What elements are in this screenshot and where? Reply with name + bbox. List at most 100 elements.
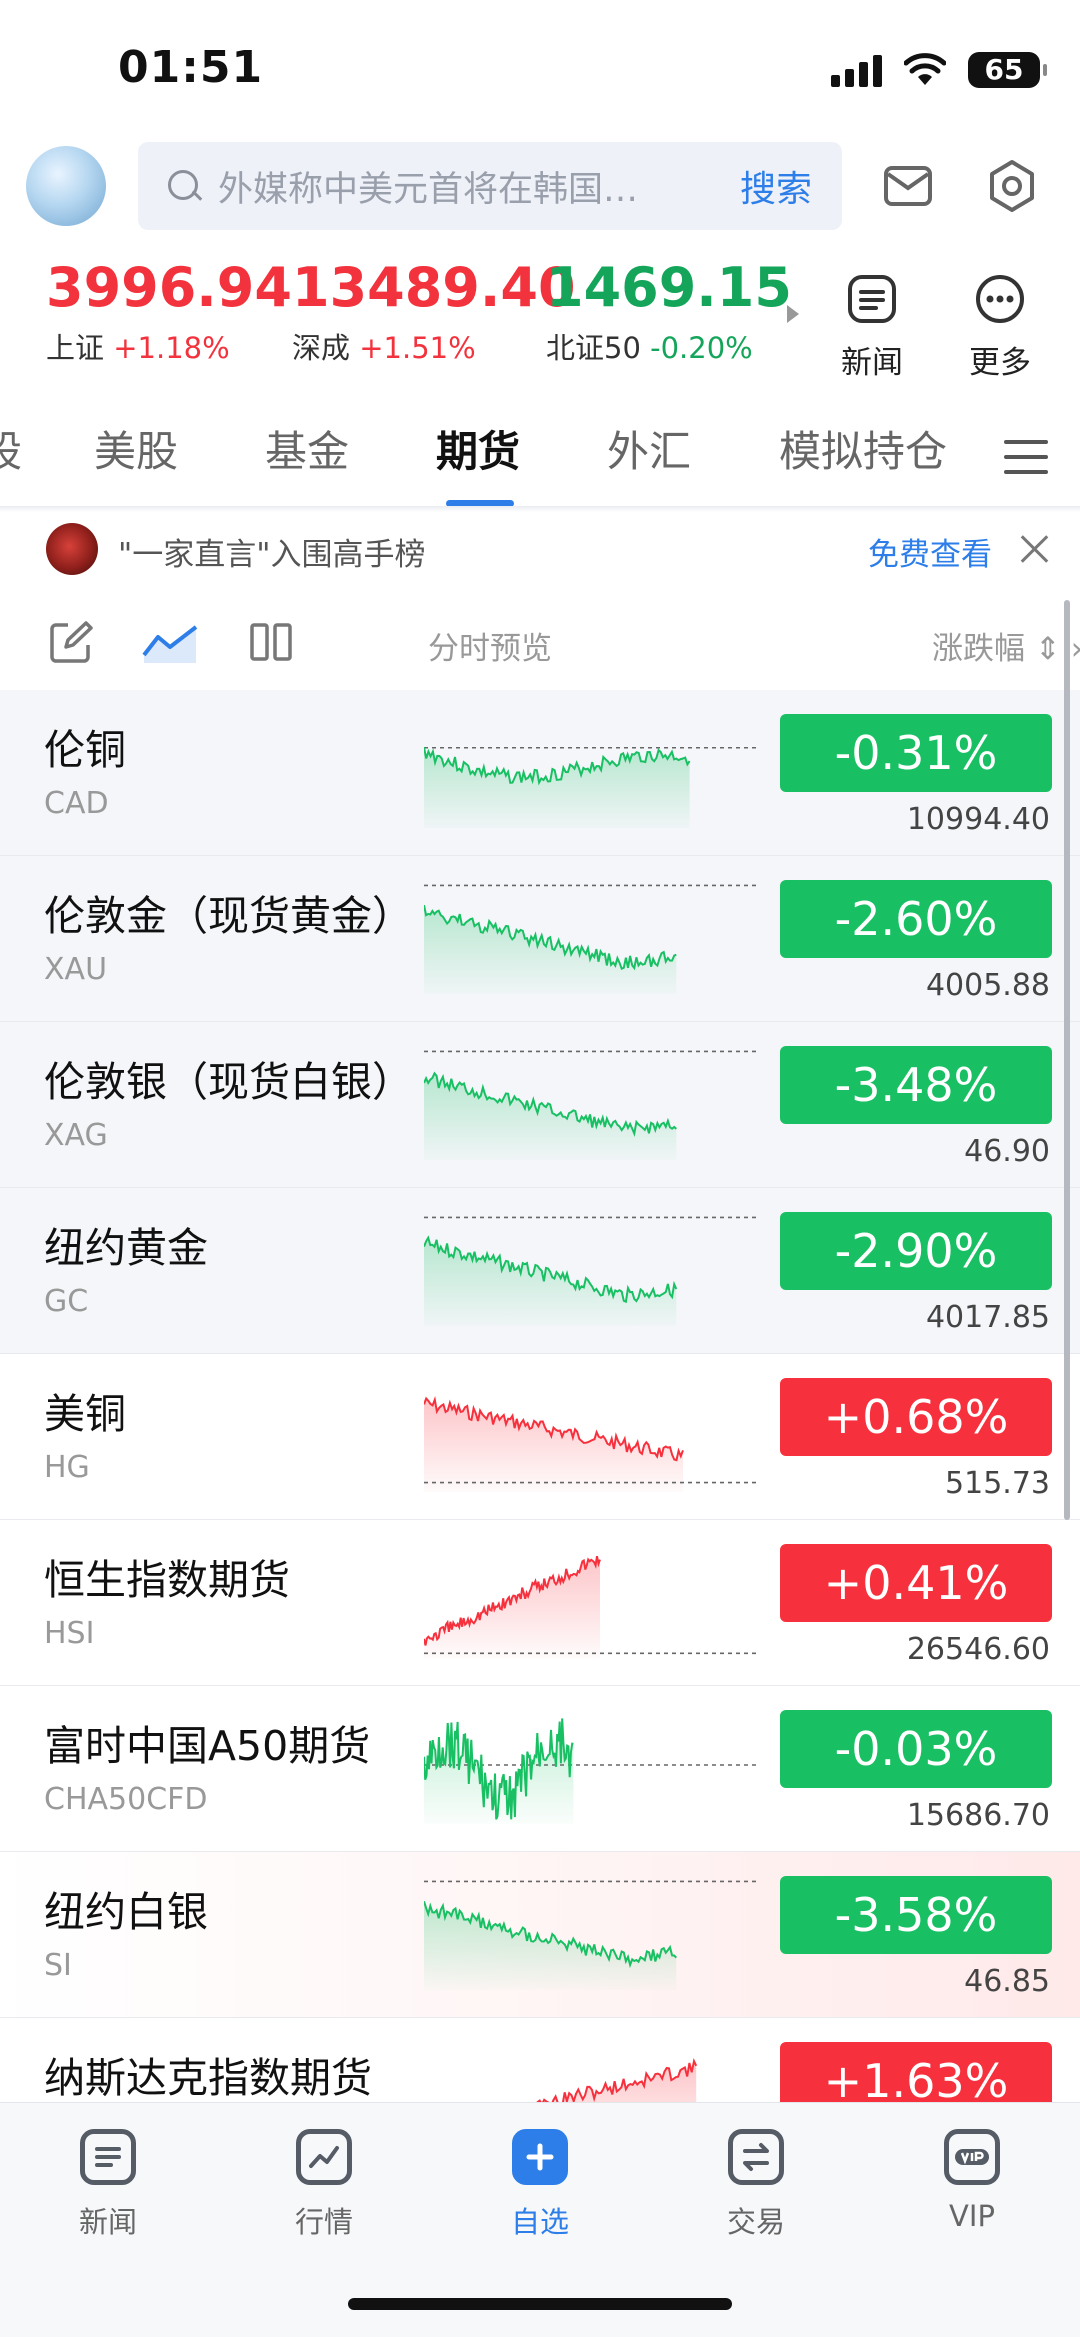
instrument-code: XAU <box>44 952 108 987</box>
sparkline-area <box>424 747 690 828</box>
preview-label: 分时预览 <box>428 631 552 667</box>
nav-market-label: 行情 <box>294 2205 353 2239</box>
instrument-name: 纽约黄金 <box>44 1224 208 1272</box>
intraday-sparkline <box>424 884 756 994</box>
instrument-code: CAD <box>44 786 109 821</box>
search-icon <box>160 142 218 230</box>
tab-us-stocks[interactable]: 美股 <box>94 418 178 479</box>
sparkline-area <box>537 2061 697 2102</box>
sort-by-change[interactable]: 涨跌幅 ⇕ › <box>932 623 1080 668</box>
status-indicators: 65 <box>831 52 1047 88</box>
last-price: 10994.40 <box>906 802 1050 837</box>
user-avatar[interactable] <box>26 146 106 226</box>
last-price: 515.73 <box>945 1466 1050 1501</box>
vip-icon <box>944 2129 1000 2185</box>
add-icon <box>512 2129 568 2185</box>
scrollbar[interactable] <box>1064 600 1070 1520</box>
intraday-sparkline <box>424 1395 756 1492</box>
last-price: 4005.88 <box>925 968 1050 1003</box>
news-icon <box>80 2129 136 2185</box>
change-badge: -3.58% <box>780 1876 1052 1954</box>
more-icon <box>976 275 1024 323</box>
search-bar[interactable]: 外媒称中美元首将在韩国… 搜索 <box>138 142 842 230</box>
watchlist-toolbar: 分时预览 涨跌幅 ⇕ › <box>0 605 1080 685</box>
tabs-divider <box>0 506 1080 512</box>
last-price: 26546.60 <box>906 1632 1050 1667</box>
list-item[interactable]: 伦敦金（现货黄金） XAU -2.60% 4005.88 <box>0 856 1080 1022</box>
tab-forex[interactable]: 外汇 <box>607 418 691 479</box>
news-icon <box>848 275 896 323</box>
intraday-sparkline <box>424 1880 756 1990</box>
chevron-right-icon[interactable] <box>787 305 799 323</box>
sort-toggle-icon: ⇕ › <box>1034 631 1080 667</box>
list-item[interactable]: 伦铜 CAD -0.31% 10994.40 <box>0 690 1080 856</box>
index-beijing50[interactable]: 1469.15 北证50 -0.20% <box>546 255 792 367</box>
list-item[interactable]: 恒生指数期货 HSI +0.41% 26546.60 <box>0 1520 1080 1686</box>
nav-vip[interactable]: VIP <box>902 2129 1042 2233</box>
line-chart-icon[interactable] <box>142 617 200 667</box>
edit-icon[interactable] <box>46 617 96 667</box>
tab-futures[interactable]: 期货 <box>436 418 520 479</box>
change-badge: -0.31% <box>780 714 1052 792</box>
index-value: 13489.40 <box>292 256 576 319</box>
index-name: 北证50 <box>546 331 641 365</box>
sort-label: 涨跌幅 <box>932 631 1025 667</box>
mail-icon[interactable] <box>876 154 940 218</box>
list-item[interactable]: 富时中国A50期货 CHA50CFD -0.03% 15686.70 <box>0 1686 1080 1852</box>
list-item[interactable]: 纽约白银 SI -3.58% 46.85 <box>0 1852 1080 2018</box>
index-shenzhen[interactable]: 13489.40 深成 +1.51% <box>292 255 576 367</box>
nav-trade[interactable]: 交易 <box>686 2129 826 2241</box>
news-quick-button[interactable]: 新闻 <box>822 273 922 382</box>
nav-market[interactable]: 行情 <box>254 2129 394 2241</box>
more-quick-label: 更多 <box>969 345 1031 381</box>
list-item[interactable]: 纳斯达克指数期货 +1.63% <box>0 2018 1080 2102</box>
list-item[interactable]: 纽约黄金 GC -2.90% 4017.85 <box>0 1188 1080 1354</box>
settings-icon[interactable] <box>980 154 1044 218</box>
index-shanghai[interactable]: 3996.94 上证 +1.18% <box>46 255 292 367</box>
instrument-name: 恒生指数期货 <box>44 1556 290 1604</box>
tab-funds[interactable]: 基金 <box>265 418 349 479</box>
home-indicator <box>348 2298 732 2310</box>
sparkline-area <box>424 1556 600 1658</box>
instrument-name: 纽约白银 <box>44 1888 208 1936</box>
promo-free-view-link[interactable]: 免费查看 <box>868 529 992 574</box>
change-badge: +0.68% <box>780 1378 1052 1456</box>
search-placeholder[interactable]: 外媒称中美元首将在韩国… <box>218 161 722 212</box>
columns-icon[interactable] <box>246 617 296 667</box>
change-badge: -0.03% <box>780 1710 1052 1788</box>
last-price: 15686.70 <box>906 1798 1050 1833</box>
futures-watchlist: 伦铜 CAD -0.31% 10994.40 伦敦金（现货黄金） XAU -2.… <box>0 690 1080 2102</box>
tab-stocks[interactable]: 股 <box>0 418 22 479</box>
index-name: 深成 <box>292 331 351 365</box>
sparkline-area <box>424 905 677 994</box>
top-header: 外媒称中美元首将在韩国… 搜索 <box>0 140 1080 240</box>
instrument-name: 伦敦金（现货黄金） <box>44 892 413 940</box>
instrument-name: 伦铜 <box>44 726 126 774</box>
wifi-icon <box>904 53 946 85</box>
intraday-sparkline <box>424 746 756 828</box>
promo-banner[interactable]: "一家直言"入围高手榜 免费查看 <box>0 515 1080 585</box>
category-tabs: 股 美股 基金 期货 外汇 模拟持仓 <box>0 418 1080 510</box>
menu-icon[interactable] <box>1004 440 1048 478</box>
intraday-sparkline <box>424 1718 756 1824</box>
instrument-code: SI <box>44 1948 72 1983</box>
list-item[interactable]: 美铜 HG +0.68% 515.73 <box>0 1354 1080 1520</box>
list-item[interactable]: 伦敦银（现货白银） XAG -3.48% 46.90 <box>0 1022 1080 1188</box>
search-button[interactable]: 搜索 <box>740 160 812 212</box>
close-icon[interactable] <box>1018 531 1052 565</box>
trade-exchange-icon <box>728 2129 784 2185</box>
status-time: 01:51 <box>118 42 264 93</box>
nav-watchlist[interactable]: 自选 <box>470 2129 610 2241</box>
nav-news[interactable]: 新闻 <box>38 2129 178 2241</box>
more-quick-button[interactable]: 更多 <box>950 273 1050 382</box>
index-change: +1.51% <box>359 331 476 365</box>
nav-trade-label: 交易 <box>726 2205 785 2239</box>
instrument-code: CHA50CFD <box>44 1782 208 1817</box>
index-change: +1.18% <box>113 331 230 365</box>
sparkline-area <box>424 1073 677 1160</box>
news-quick-label: 新闻 <box>841 345 903 381</box>
instrument-name: 美铜 <box>44 1390 126 1438</box>
tab-simulated-holdings[interactable]: 模拟持仓 <box>779 418 947 479</box>
change-badge: -2.90% <box>780 1212 1052 1290</box>
change-badge: +1.63% <box>780 2042 1052 2102</box>
